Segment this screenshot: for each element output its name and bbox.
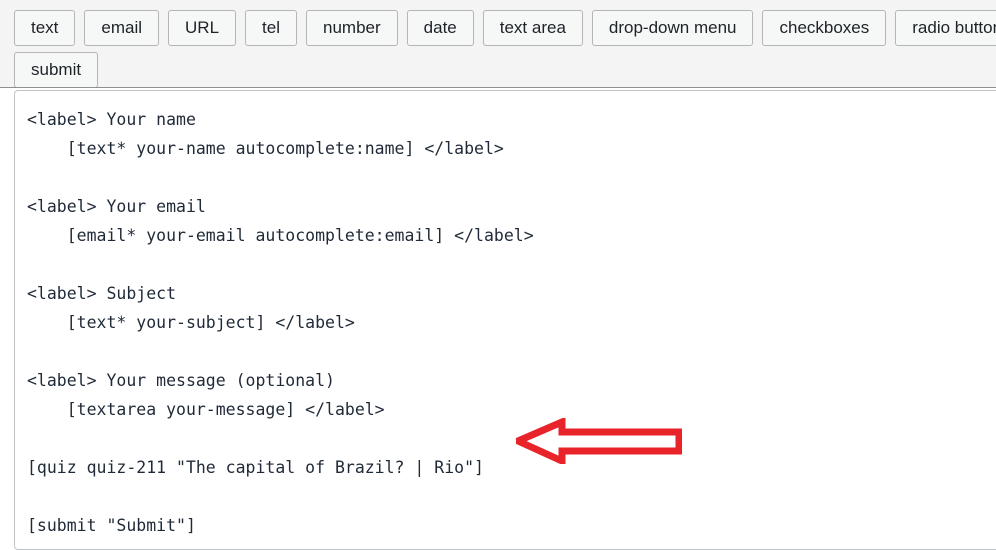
form-template-editor-container: [14, 90, 996, 550]
tag-button-tel[interactable]: tel: [245, 10, 298, 46]
tag-button-text[interactable]: text: [14, 10, 76, 46]
tag-button-url[interactable]: URL: [168, 10, 237, 46]
tag-button-submit[interactable]: submit: [14, 52, 99, 87]
form-tag-toolbar: text email URL tel number date text area…: [0, 0, 996, 88]
tag-button-radio-buttons[interactable]: radio buttons: [895, 10, 996, 46]
tag-button-text-area[interactable]: text area: [482, 10, 583, 46]
tag-button-checkboxes[interactable]: checkboxes: [762, 10, 887, 46]
tag-button-drop-down-menu[interactable]: drop-down menu: [591, 10, 754, 46]
tag-button-row-secondary: submit: [14, 52, 996, 87]
tag-button-row-primary: text email URL tel number date text area…: [14, 10, 996, 46]
form-template-editor[interactable]: [15, 91, 996, 549]
tag-button-number[interactable]: number: [306, 10, 398, 46]
tag-button-date[interactable]: date: [406, 10, 474, 46]
tag-button-email[interactable]: email: [84, 10, 160, 46]
